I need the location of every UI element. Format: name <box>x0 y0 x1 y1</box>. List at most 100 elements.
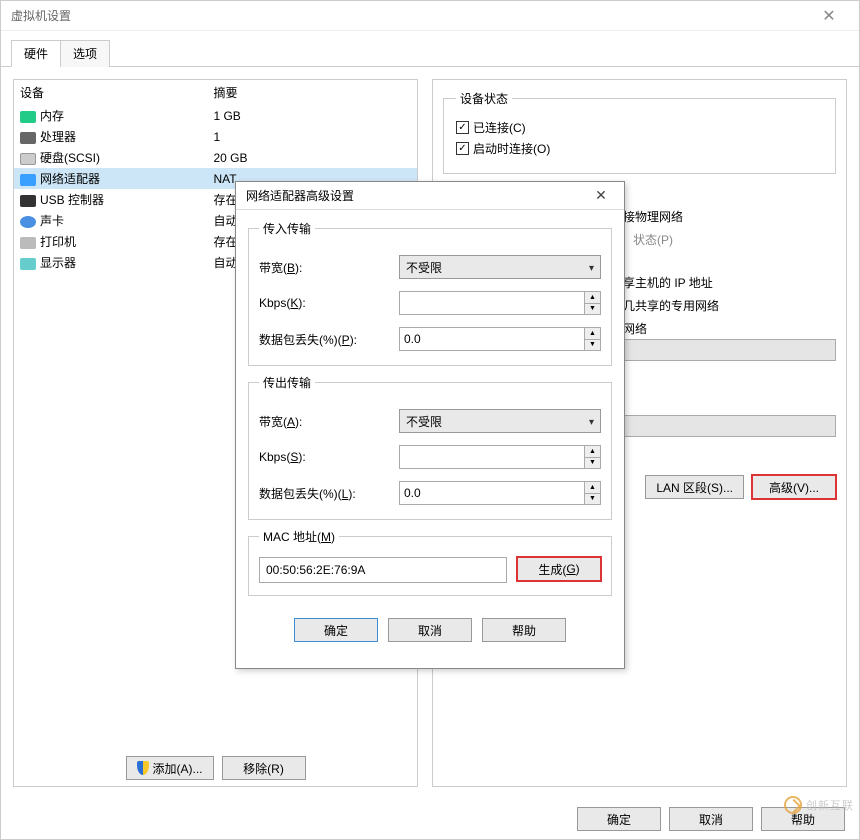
titlebar: 虚拟机设置 ✕ <box>1 1 859 31</box>
bandwidth-b-select[interactable]: 不受限 <box>399 255 601 279</box>
outgoing-fieldset: 传出传输 带宽(A): 不受限 Kbps(S): ▲▼ 数据包丢失(%)(L):… <box>248 374 612 520</box>
mac-legend: MAC 地址(M) <box>259 528 339 545</box>
loss-p-label: 数据包丢失(%)(P): <box>259 331 399 348</box>
network-dropdown-2[interactable] <box>623 415 836 437</box>
bandwidth-a-select[interactable]: 不受限 <box>399 409 601 433</box>
device-name: 硬盘(SCSI) <box>40 151 100 165</box>
display-icon <box>20 258 36 270</box>
outgoing-legend: 传出传输 <box>259 374 315 391</box>
tabs: 硬件 选项 <box>1 31 859 67</box>
private-net-text: 几共享的专用网络 <box>623 297 836 314</box>
table-row[interactable]: 内存 1 GB <box>14 105 417 126</box>
dialog-cancel-button[interactable]: 取消 <box>388 618 472 642</box>
close-icon[interactable]: ✕ <box>809 6 849 26</box>
kbps-s-label: Kbps(S): <box>259 450 399 464</box>
device-name: 打印机 <box>40 235 76 249</box>
dialog-titlebar: 网络适配器高级设置 ✕ <box>236 182 624 210</box>
device-name: 内存 <box>40 109 64 123</box>
chevron-up-icon[interactable]: ▲ <box>585 446 600 458</box>
device-cell: 打印机 <box>14 231 207 252</box>
device-name: 处理器 <box>40 130 76 144</box>
add-button[interactable]: 添加(A)... <box>126 756 214 780</box>
device-summary: 1 <box>207 126 417 147</box>
device-status-legend: 设备状态 <box>456 90 512 107</box>
cpu-icon <box>20 132 36 144</box>
usb-icon <box>20 195 36 207</box>
dialog-ok-button[interactable]: 确定 <box>294 618 378 642</box>
device-cell: 网络适配器 <box>14 168 207 189</box>
network-dropdown-1[interactable] <box>623 339 836 361</box>
chevron-up-icon[interactable]: ▲ <box>585 482 600 494</box>
sound-icon <box>20 216 36 228</box>
dialog-buttons: 确定 取消 帮助 <box>248 604 612 658</box>
remove-button[interactable]: 移除(R) <box>222 756 306 780</box>
cb-connect-power-row[interactable]: ✓ 启动时连接(O) <box>456 140 823 157</box>
status-p-text: 状态(P) <box>633 231 836 248</box>
chevron-down-icon[interactable]: ▼ <box>585 304 600 315</box>
dialog-body: 传入传输 带宽(B): 不受限 Kbps(K): ▲▼ 数据包丢失(%)(P):… <box>236 210 624 668</box>
main-cancel-button[interactable]: 取消 <box>669 807 753 831</box>
spinner-buttons[interactable]: ▲▼ <box>585 445 601 469</box>
loss-l-spinner[interactable]: ▲▼ <box>399 481 601 505</box>
network-text: 网络 <box>623 320 836 337</box>
cb-connected-row[interactable]: ✓ 已连接(C) <box>456 119 823 136</box>
device-cell: 声卡 <box>14 210 207 231</box>
spinner-buttons[interactable]: ▲▼ <box>585 481 601 505</box>
loss-p-spinner[interactable]: ▲▼ <box>399 327 601 351</box>
dialog-help-button[interactable]: 帮助 <box>482 618 566 642</box>
col-device: 设备 <box>14 80 207 105</box>
chevron-down-icon <box>589 414 594 428</box>
device-name: 声卡 <box>40 214 64 228</box>
device-name: 显示器 <box>40 256 76 270</box>
lan-segment-button[interactable]: LAN 区段(S)... <box>645 475 744 499</box>
disk-icon <box>20 153 36 165</box>
table-row[interactable]: 处理器 1 <box>14 126 417 147</box>
checkbox-checked-icon: ✓ <box>456 121 469 134</box>
spinner-buttons[interactable]: ▲▼ <box>585 327 601 351</box>
device-summary: 1 GB <box>207 105 417 126</box>
bandwidth-a-label: 带宽(A): <box>259 413 399 430</box>
window-title: 虚拟机设置 <box>11 7 71 24</box>
checkbox-checked-icon: ✓ <box>456 142 469 155</box>
mem-icon <box>20 111 36 123</box>
mac-fieldset: MAC 地址(M) 生成(G) <box>248 528 612 596</box>
device-name: 网络适配器 <box>40 172 100 186</box>
dialog-title: 网络适配器高级设置 <box>246 187 354 204</box>
cb-connect-power-label: 启动时连接(O) <box>473 140 550 157</box>
table-row[interactable]: 硬盘(SCSI)20 GB <box>14 147 417 168</box>
main-ok-button[interactable]: 确定 <box>577 807 661 831</box>
host-ip-text: 享主机的 IP 地址 <box>623 274 836 291</box>
chevron-up-icon[interactable]: ▲ <box>585 328 600 340</box>
printer-icon <box>20 237 36 249</box>
kbps-s-input[interactable] <box>399 445 585 469</box>
chevron-down-icon[interactable]: ▼ <box>585 458 600 469</box>
mac-input[interactable] <box>259 557 507 583</box>
advanced-settings-dialog: 网络适配器高级设置 ✕ 传入传输 带宽(B): 不受限 Kbps(K): ▲▼ … <box>235 181 625 669</box>
device-status-fieldset: 设备状态 ✓ 已连接(C) ✓ 启动时连接(O) <box>443 90 836 174</box>
kbps-s-spinner[interactable]: ▲▼ <box>399 445 601 469</box>
device-cell: 处理器 <box>14 126 207 147</box>
chevron-down-icon[interactable]: ▼ <box>585 494 600 505</box>
add-button-label: 添加(A)... <box>153 760 203 777</box>
advanced-button[interactable]: 高级(V)... <box>752 475 836 499</box>
chevron-up-icon[interactable]: ▲ <box>585 292 600 304</box>
spinner-buttons[interactable]: ▲▼ <box>585 291 601 315</box>
chevron-down-icon[interactable]: ▼ <box>585 340 600 351</box>
incoming-fieldset: 传入传输 带宽(B): 不受限 Kbps(K): ▲▼ 数据包丢失(%)(P):… <box>248 220 612 366</box>
cb-connected-label: 已连接(C) <box>473 119 526 136</box>
loss-l-input[interactable] <box>399 481 585 505</box>
tab-hardware[interactable]: 硬件 <box>11 40 61 67</box>
col-summary: 摘要 <box>207 80 417 105</box>
device-cell: 显示器 <box>14 252 207 273</box>
generate-button[interactable]: 生成(G) <box>517 557 601 581</box>
main-help-button[interactable]: 帮助 <box>761 807 845 831</box>
dialog-close-icon[interactable]: ✕ <box>588 187 614 204</box>
shield-icon <box>137 761 149 775</box>
loss-p-input[interactable] <box>399 327 585 351</box>
loss-l-label: 数据包丢失(%)(L): <box>259 485 399 502</box>
net-icon <box>20 174 36 186</box>
kbps-k-input[interactable] <box>399 291 585 315</box>
tab-options[interactable]: 选项 <box>60 40 110 67</box>
kbps-k-spinner[interactable]: ▲▼ <box>399 291 601 315</box>
device-cell: USB 控制器 <box>14 189 207 210</box>
